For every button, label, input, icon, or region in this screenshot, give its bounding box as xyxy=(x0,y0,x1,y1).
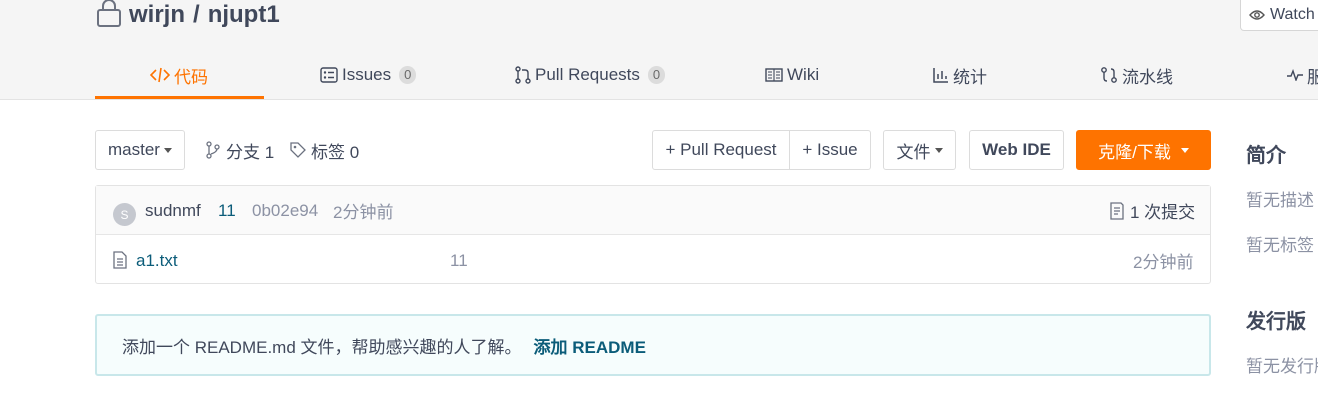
wiki-icon xyxy=(765,68,783,82)
repo-owner-link[interactable]: wirjn xyxy=(129,1,185,29)
branch-icon xyxy=(206,141,220,159)
tab-label: 统计 xyxy=(953,67,987,87)
commit-author-link[interactable]: sudnmf xyxy=(145,186,201,235)
tag-icon xyxy=(290,142,306,158)
chevron-down-icon xyxy=(934,147,943,153)
new-issue-button[interactable]: + Issue xyxy=(789,130,871,170)
pr-count-badge: 0 xyxy=(647,66,666,84)
tab-label: 流水线 xyxy=(1122,67,1173,87)
commit-time: 2分钟前 xyxy=(333,203,394,222)
commit-sha-link[interactable]: 0b02e94 xyxy=(252,186,318,235)
add-readme-link[interactable]: 添加 README xyxy=(534,333,646,358)
clone-download-button[interactable]: 克隆/下载 xyxy=(1076,130,1211,170)
watch-label: Watch xyxy=(1270,6,1315,23)
tab-code[interactable]: 代码 xyxy=(150,50,208,100)
pulse-icon xyxy=(1287,69,1303,81)
tab-label: 服 xyxy=(1307,67,1318,87)
new-pull-request-button[interactable]: + Pull Request xyxy=(652,130,790,170)
chevron-down-icon xyxy=(1180,147,1189,153)
tab-label: 代码 xyxy=(174,67,208,87)
tab-wiki[interactable]: Wiki xyxy=(765,50,819,100)
sidebar-intro-title: 简介 xyxy=(1246,145,1286,167)
file-browser: S sudnmf 11 0b02e94 2分钟前 1 次提交 a1.txt 11… xyxy=(95,185,1211,284)
stats-icon xyxy=(933,68,948,83)
tab-label: Issues xyxy=(342,65,392,84)
tab-issues[interactable]: Issues 0 xyxy=(320,50,417,100)
tab-label: Pull Requests xyxy=(535,65,640,84)
code-icon xyxy=(150,67,170,83)
tags-link[interactable]: 标签 0 xyxy=(290,130,359,170)
tab-label: Wiki xyxy=(787,65,820,84)
commit-message-link[interactable]: 11 xyxy=(218,186,236,235)
branch-select[interactable]: master xyxy=(95,130,185,170)
pull-request-icon xyxy=(515,66,531,84)
sidebar-no-release: 暂无发行版 xyxy=(1246,357,1318,376)
sidebar-no-tags: 暂无标签 xyxy=(1246,236,1314,255)
readme-notice: 添加一个 README.md 文件，帮助感兴趣的人了解。 添加 README xyxy=(95,314,1211,376)
tab-stats[interactable]: 统计 xyxy=(933,50,987,100)
readme-notice-text: 添加一个 README.md 文件，帮助感兴趣的人了解。 xyxy=(122,337,522,357)
commit-count-label: 1 次提交 xyxy=(1130,203,1196,222)
file-row[interactable]: a1.txt 11 2分钟前 xyxy=(96,236,1210,285)
repo-separator: / xyxy=(193,1,200,28)
new-issue-label: + Issue xyxy=(802,140,858,159)
file-commit-message-link[interactable]: 11 xyxy=(450,236,468,285)
tab-pipeline[interactable]: 流水线 xyxy=(1100,50,1173,100)
repo-title: wirjn / njupt1 xyxy=(96,0,280,30)
clone-label: 克隆/下载 xyxy=(1098,142,1171,162)
file-icon xyxy=(113,251,127,269)
file-menu-button[interactable]: 文件 xyxy=(883,130,956,170)
pipeline-icon xyxy=(1101,67,1117,83)
branches-link[interactable]: 分支 1 xyxy=(205,130,274,170)
branch-label: master xyxy=(108,140,160,159)
tab-pull-requests[interactable]: Pull Requests 0 xyxy=(515,50,666,100)
latest-commit-row: S sudnmf 11 0b02e94 2分钟前 1 次提交 xyxy=(96,186,1210,235)
repo-name-link[interactable]: njupt1 xyxy=(208,1,280,29)
tags-label: 标签 0 xyxy=(311,142,360,162)
web-ide-label: Web IDE xyxy=(982,140,1051,159)
file-commit-time: 2分钟前 xyxy=(1133,253,1194,272)
watch-button[interactable]: Watch xyxy=(1240,0,1318,31)
branches-label: 分支 1 xyxy=(226,142,275,162)
tab-service[interactable]: 服 xyxy=(1287,50,1318,100)
commit-count-link[interactable]: 1 次提交 xyxy=(1109,186,1195,235)
web-ide-button[interactable]: Web IDE xyxy=(969,130,1064,170)
issues-icon xyxy=(320,67,338,83)
chevron-down-icon xyxy=(163,147,172,153)
issues-count-badge: 0 xyxy=(399,66,417,84)
sidebar-no-description: 暂无描述 xyxy=(1246,191,1314,210)
lock-icon xyxy=(96,0,122,30)
repo-tabs: 代码 Issues 0 Pull Requests 0 Wiki 统计 流水线 … xyxy=(95,50,1318,100)
file-name-link[interactable]: a1.txt xyxy=(136,236,178,285)
active-tab-indicator xyxy=(95,96,264,99)
new-pr-label: + Pull Request xyxy=(665,140,777,159)
commit-history-icon xyxy=(1110,201,1124,220)
sidebar-release-title: 发行版 xyxy=(1246,311,1306,333)
avatar[interactable]: S xyxy=(113,203,136,226)
file-menu-label: 文件 xyxy=(896,142,931,162)
eye-icon xyxy=(1249,10,1265,20)
